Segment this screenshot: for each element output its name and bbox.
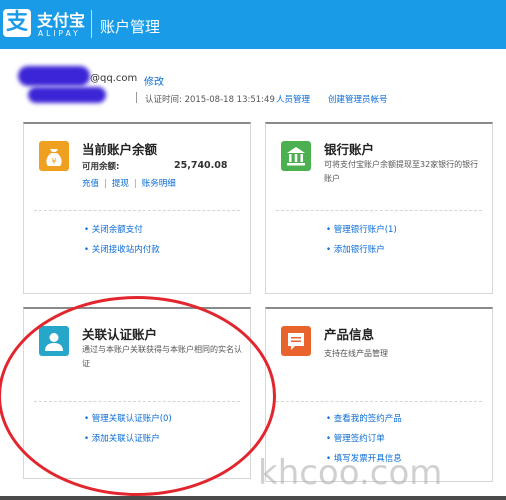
product-title: 产品信息 (324, 327, 375, 342)
redacted-name (28, 87, 106, 103)
account-email: @qq.com (90, 73, 138, 84)
auth-time-value: 2015-08-18 13:51:49 (184, 95, 275, 105)
product-desc: 支持在线产品管理 (324, 349, 388, 358)
bank-icon (281, 141, 311, 171)
edit-email-link[interactable]: 修改 (144, 73, 164, 88)
balance-value: 25,740.08 (174, 160, 228, 171)
close-balance-pay-link[interactable]: 关闭余额支付 (92, 225, 143, 235)
message-icon (281, 326, 311, 356)
balance-label: 可用余额: (82, 162, 120, 172)
card-divider (34, 210, 240, 211)
money-bag-icon: ¥ (39, 141, 69, 171)
bank-desc: 可将支付宝账户余额提现至32家银行的银行账户 (324, 160, 479, 183)
logo-name: 支付宝 (37, 11, 86, 30)
bank-card: 银行账户 可将支付宝账户余额提现至32家银行的银行账户 管理银行账户(1) 添加… (265, 122, 493, 294)
withdraw-link[interactable]: 提现 (112, 179, 129, 189)
add-bank-account-link[interactable]: 添加银行账户 (334, 245, 385, 255)
card-divider (276, 210, 482, 211)
alipay-logo-icon[interactable]: 支 (3, 9, 31, 37)
manage-bank-account-link[interactable]: 管理银行账户(1) (334, 225, 397, 235)
balance-actions: 充值 | 提现 | 账务明细 (82, 179, 176, 189)
people-manage-link[interactable]: 人员管理 (276, 93, 310, 105)
bank-title: 银行账户 (324, 142, 375, 157)
balance-label-row: 可用余额: (82, 160, 119, 172)
balance-card: ¥ 当前账户余额 可用余额: 25,740.08 充值|提现|账务明细 关闭余额… (23, 122, 251, 294)
bank-links: 管理银行账户(1) 添加银行账户 (326, 220, 397, 260)
balance-links: 关闭余额支付 关闭接收站内付款 (84, 220, 160, 260)
header-divider (91, 10, 92, 38)
meta-divider (136, 92, 137, 103)
watermark: khcoo.com (258, 453, 443, 493)
recharge-link[interactable]: 充值 (82, 179, 99, 189)
manage-signed-orders-link[interactable]: 管理签约订单 (334, 434, 385, 444)
account-detail-link[interactable]: 账务明细 (142, 179, 176, 189)
create-admin-link[interactable]: 创建管理员帐号 (328, 93, 388, 105)
logo-subtitle: ALIPAY (38, 29, 81, 38)
auth-time-line: 认证时间: 2015-08-18 13:51:49 (145, 93, 275, 105)
red-annotation-ellipse (0, 296, 276, 496)
page-title: 账户管理 (100, 18, 161, 36)
redacted-username (18, 66, 90, 86)
balance-title: 当前账户余额 (82, 142, 158, 157)
bottom-bar (0, 496, 506, 500)
close-internal-receive-link[interactable]: 关闭接收站内付款 (92, 245, 160, 255)
svg-text:¥: ¥ (51, 157, 56, 166)
auth-time-label: 认证时间: (145, 95, 182, 105)
view-signed-products-link[interactable]: 查看我的签约产品 (334, 414, 402, 424)
card-divider (276, 401, 482, 402)
top-header: 支 支付宝 ALIPAY 账户管理 (0, 0, 506, 49)
